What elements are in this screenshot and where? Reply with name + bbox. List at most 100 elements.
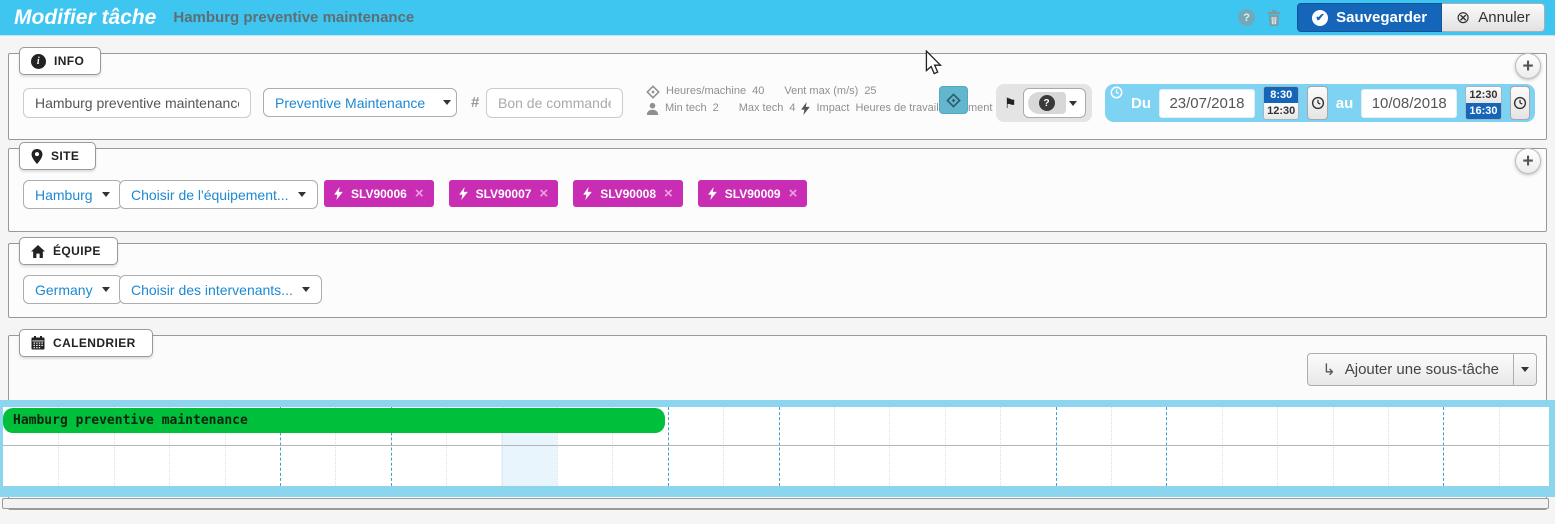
cancel-button-label: Annuler	[1478, 9, 1530, 26]
end-time-clock-button[interactable]	[1510, 86, 1530, 120]
tab-calendar: CALENDRIER	[19, 329, 153, 357]
team-country-dropdown[interactable]: Germany	[23, 275, 122, 304]
site-add-button[interactable]: +	[1515, 148, 1541, 174]
hash-label: #	[471, 94, 479, 111]
equipment-tag-label: SLV90008	[600, 187, 656, 201]
start-time-option[interactable]: 12:30	[1264, 103, 1298, 119]
info-add-button[interactable]: +	[1515, 53, 1541, 79]
tab-site-label: SITE	[51, 149, 79, 163]
remove-tag-icon[interactable]: ×	[415, 186, 424, 201]
site-location-dropdown[interactable]: Hamburg	[23, 180, 122, 209]
chevron-down-icon	[102, 192, 110, 197]
tab-site: SITE	[19, 142, 96, 170]
save-button[interactable]: ✔ Sauvegarder	[1297, 3, 1442, 32]
clock-icon	[1513, 96, 1527, 110]
bolt-icon	[583, 187, 592, 200]
equipment-tag[interactable]: SLV90007 ×	[449, 180, 559, 207]
save-button-label: Sauvegarder	[1336, 9, 1427, 26]
clock-icon	[1110, 86, 1123, 99]
cancel-button[interactable]: ⊗ Annuler	[1442, 3, 1545, 32]
subtask-arrow-icon: ↳	[1322, 360, 1335, 380]
end-time-option[interactable]: 12:30	[1466, 87, 1500, 103]
gantt-chart[interactable]: Hamburg preventive maintenance	[3, 407, 1549, 486]
add-subtask-split-button: ↳ Ajouter une sous-tâche	[1307, 353, 1537, 386]
help-icon[interactable]: ?	[1238, 9, 1255, 26]
clock-icon	[1311, 96, 1325, 110]
impact-bolt-icon	[801, 102, 810, 115]
team-country-label: Germany	[35, 282, 93, 298]
machine-hours-value: 40	[752, 84, 764, 99]
check-circle-icon: ✔	[1312, 10, 1328, 26]
gantt-week-gridline	[668, 407, 669, 486]
task-name-input[interactable]	[23, 88, 251, 118]
remove-tag-icon[interactable]: ×	[539, 186, 548, 201]
chevron-down-icon	[443, 100, 451, 105]
task-type-dropdown[interactable]: Preventive Maintenance	[263, 88, 457, 117]
remove-tag-icon[interactable]: ×	[664, 186, 673, 201]
end-time-picker: 12:30 16:30	[1465, 86, 1501, 120]
chevron-down-icon	[1069, 101, 1077, 106]
machine-hours-label: Heures/machine	[666, 84, 746, 99]
chevron-down-icon	[1521, 367, 1529, 372]
end-time-option-selected[interactable]: 16:30	[1466, 103, 1500, 119]
equipment-tags: SLV90006 × SLV90007 × SLV90008 × SLV9000…	[324, 180, 807, 207]
equipment-dropdown[interactable]: Choisir de l'équipement...	[119, 180, 318, 209]
equipment-tag[interactable]: SLV90006 ×	[324, 180, 434, 207]
section-info: i INFO + Preventive Maintenance # Heures…	[8, 53, 1547, 140]
end-date-input[interactable]	[1361, 89, 1457, 118]
priority-widget: ⚑ ?	[996, 84, 1092, 122]
gantt-day-gridline	[1333, 407, 1334, 486]
equipment-tag[interactable]: SLV90008 ×	[573, 180, 683, 207]
gantt-day-gridline	[1277, 407, 1278, 486]
rotor-diamond-icon	[646, 85, 660, 99]
trash-icon[interactable]	[1267, 10, 1281, 26]
start-date-input[interactable]	[1159, 89, 1255, 118]
min-tech-value: 2	[713, 101, 719, 116]
gantt-task-bar[interactable]: Hamburg preventive maintenance	[3, 408, 665, 433]
gantt-horizontal-scrollbar[interactable]	[2, 498, 1549, 509]
purchase-order-input[interactable]	[486, 88, 623, 118]
chevron-down-icon	[302, 287, 310, 292]
gantt-week-gridline	[1056, 407, 1057, 486]
from-label: Du	[1131, 95, 1151, 112]
section-site: SITE + Hamburg Choisir de l'équipement..…	[8, 148, 1547, 232]
gantt-day-gridline	[889, 407, 890, 486]
gantt-day-gridline	[834, 407, 835, 486]
task-subtitle: Hamburg preventive maintenance	[173, 9, 414, 26]
equipment-placeholder: Choisir de l'équipement...	[131, 187, 289, 203]
page-title: Modifier tâche	[14, 6, 156, 30]
schedule-panel: Du 8:30 12:30 au 12:30 16:30	[1105, 84, 1535, 122]
add-subtask-caret-button[interactable]	[1514, 353, 1537, 386]
bolt-icon	[334, 187, 343, 200]
start-time-option-selected[interactable]: 8:30	[1264, 87, 1298, 103]
start-time-clock-button[interactable]	[1307, 86, 1327, 120]
add-subtask-label: Ajouter une sous-tâche	[1345, 361, 1499, 378]
members-dropdown[interactable]: Choisir des intervenants...	[119, 275, 322, 304]
min-tech-label: Min tech	[665, 101, 707, 116]
tab-info: i INFO	[19, 47, 101, 75]
max-tech-value: 4	[789, 101, 795, 116]
tab-info-label: INFO	[54, 54, 84, 68]
header-actions: ? ✔ Sauvegarder ⊗ Annuler	[1238, 3, 1545, 32]
equipment-tag-label: SLV90007	[476, 187, 532, 201]
add-subtask-button[interactable]: ↳ Ajouter une sous-tâche	[1307, 353, 1514, 386]
remove-tag-icon[interactable]: ×	[789, 186, 798, 201]
mouse-cursor	[925, 50, 943, 76]
gantt-day-gridline	[1499, 407, 1500, 486]
tab-team: ÉQUIPE	[19, 237, 118, 265]
rotor-toggle-button[interactable]	[939, 86, 968, 114]
gantt-day-gridline	[945, 407, 946, 486]
wind-max-label: Vent max (m/s)	[784, 84, 858, 99]
gantt-week-gridline	[1443, 407, 1444, 486]
section-team: ÉQUIPE Germany Choisir des intervenants.…	[8, 243, 1547, 318]
equipment-tag-label: SLV90009	[725, 187, 781, 201]
gantt-day-gridline	[723, 407, 724, 486]
equipment-tag[interactable]: SLV90009 ×	[698, 180, 808, 207]
modify-task-page: Modifier tâche Hamburg preventive mainte…	[0, 0, 1555, 524]
gantt-week-gridline	[1166, 407, 1167, 486]
wind-max-value: 25	[864, 84, 876, 99]
priority-dropdown[interactable]: ?	[1023, 88, 1086, 118]
priority-value: ?	[1039, 95, 1055, 111]
gantt-day-gridline	[1111, 407, 1112, 486]
info-icon: i	[31, 54, 46, 69]
